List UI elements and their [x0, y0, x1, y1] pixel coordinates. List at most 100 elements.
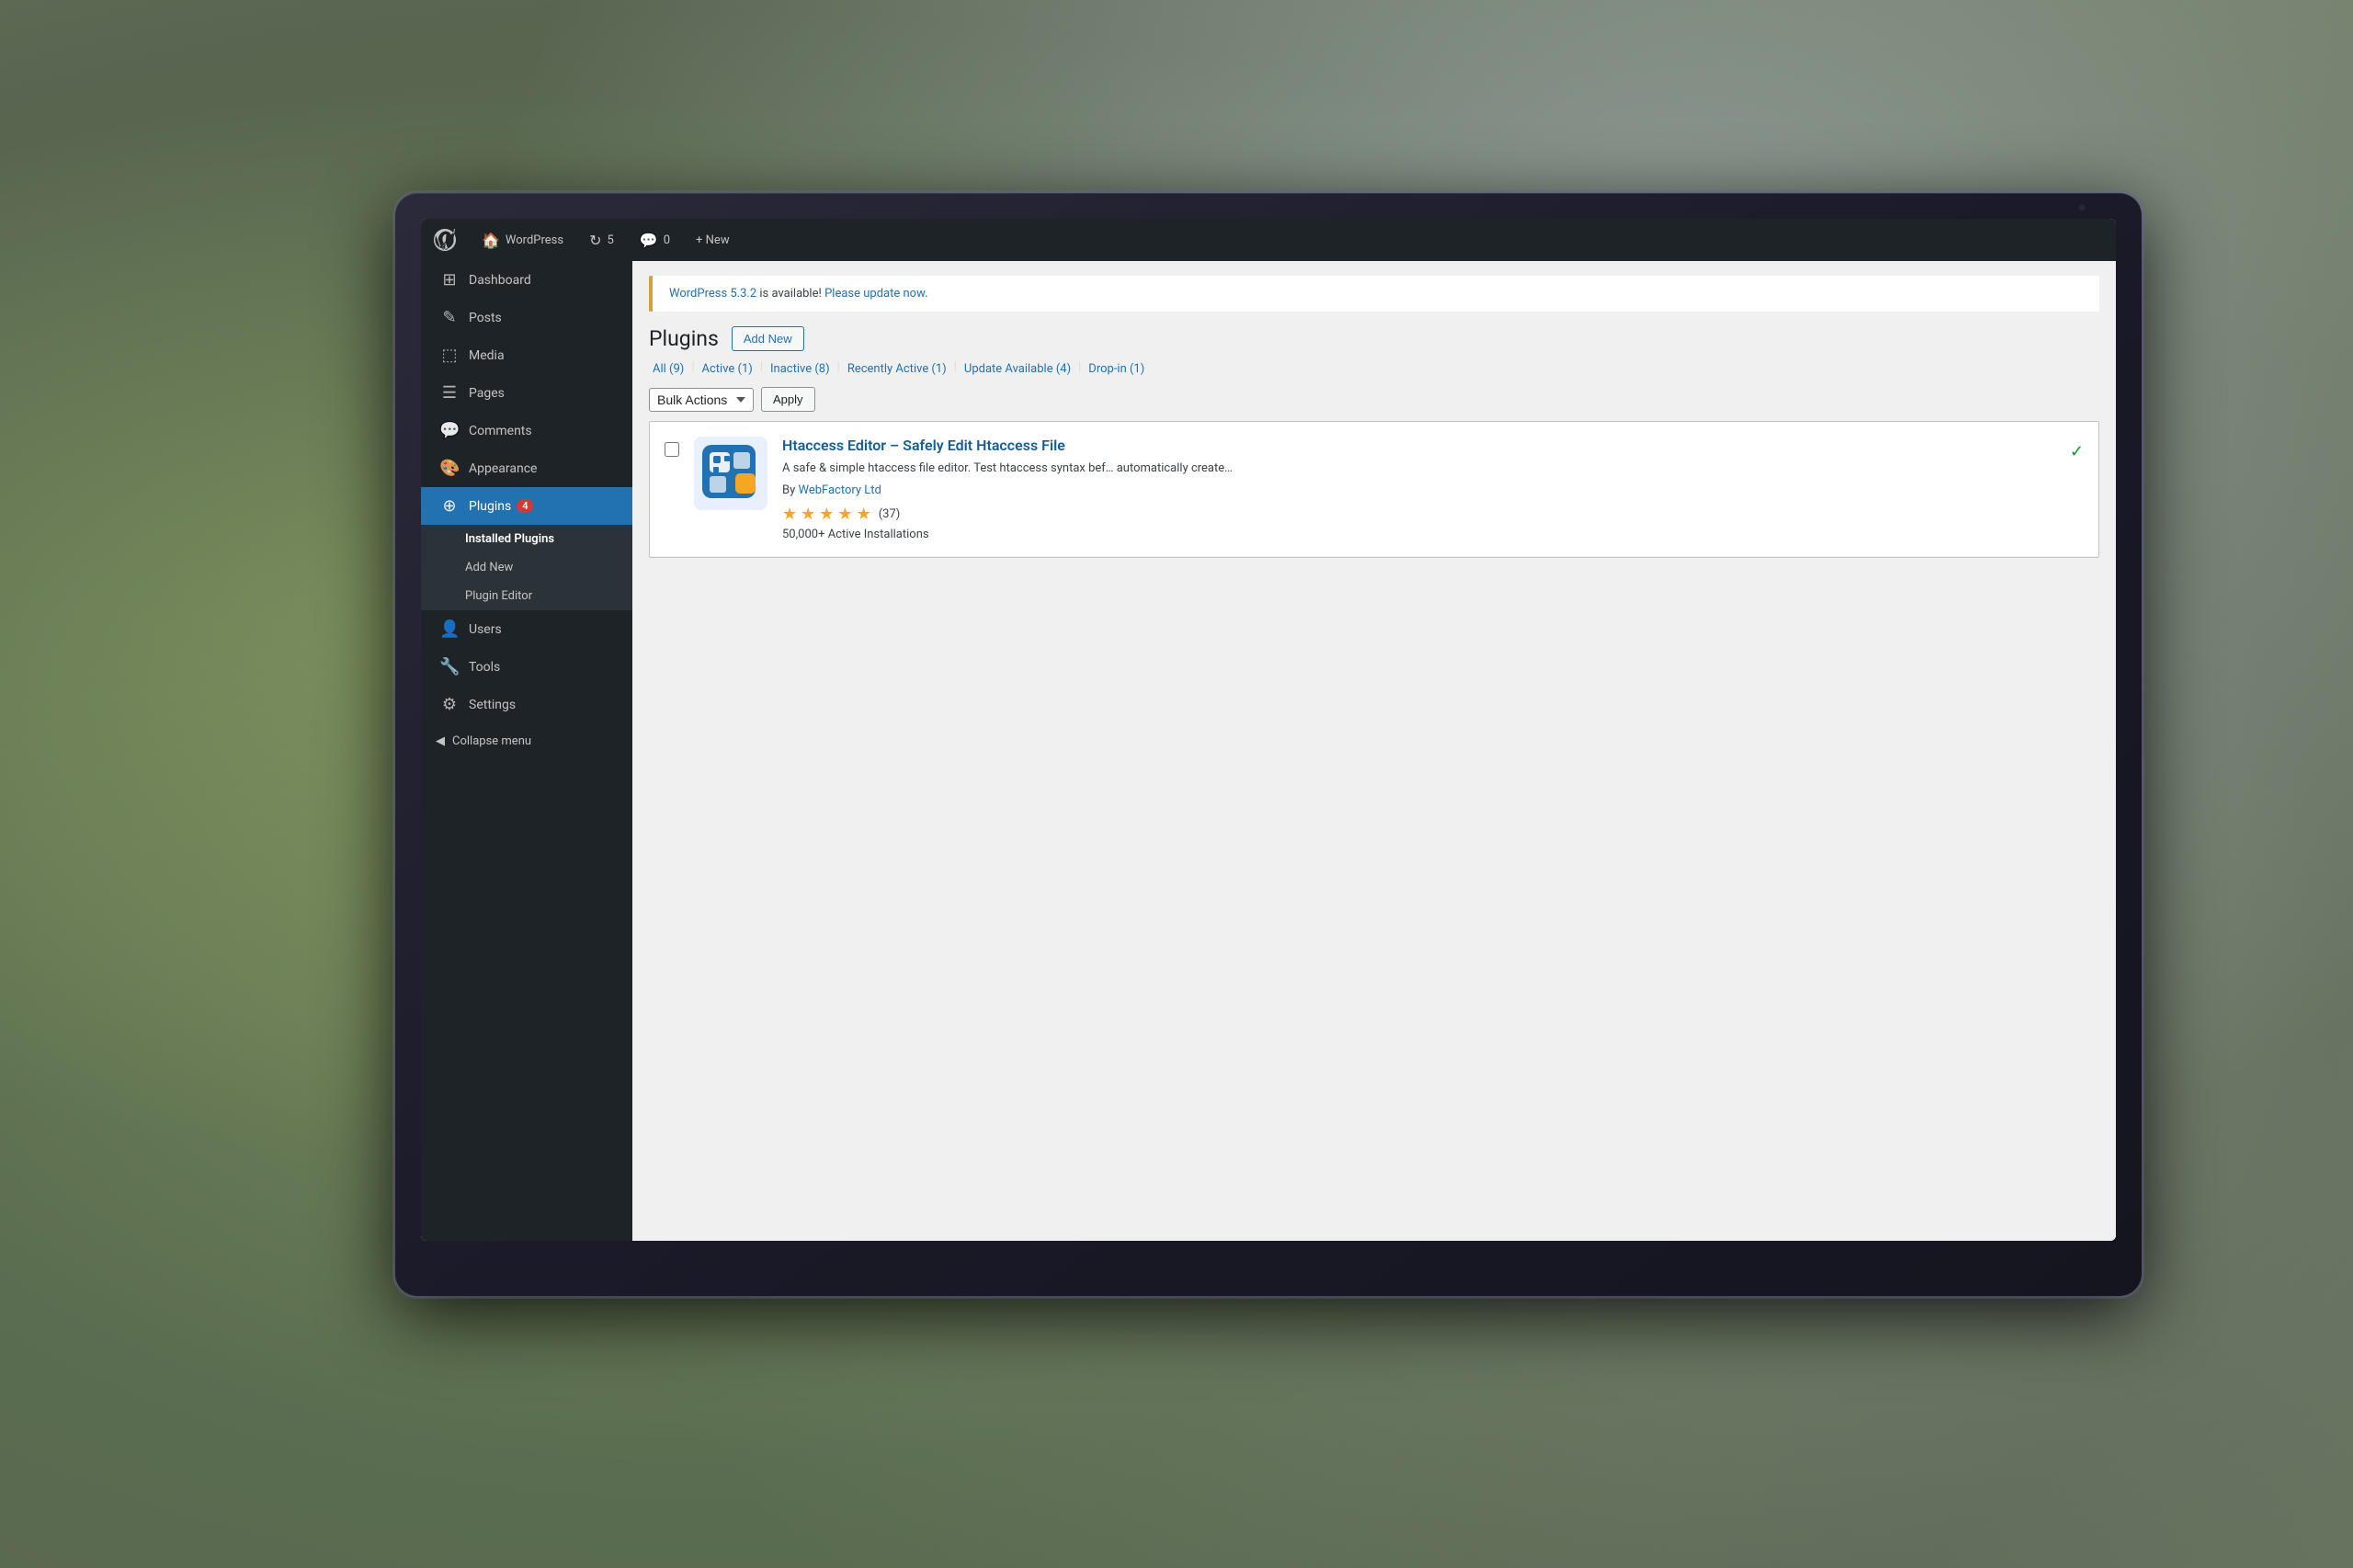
add-new-button[interactable]: Add New	[732, 326, 804, 351]
plugins-icon: ⊕	[439, 496, 460, 516]
apply-button[interactable]: Apply	[761, 387, 815, 412]
sidebar-item-users[interactable]: 👤 Users	[421, 610, 632, 648]
sidebar-label-dashboard: Dashboard	[469, 273, 531, 288]
pages-icon: ☰	[439, 383, 460, 403]
author-label: By	[782, 483, 798, 497]
plugins-submenu: Installed Plugins Add New Plugin Editor	[421, 525, 632, 610]
admin-bar-new[interactable]: + New	[683, 219, 743, 261]
sidebar-item-plugins[interactable]: ⊕ Plugins 4	[421, 487, 632, 525]
sidebar: ⊞ Dashboard ✎ Posts ⬚ Media ☰ Pages	[421, 261, 632, 1241]
star-5: ★	[857, 505, 871, 524]
wp-layout: ⊞ Dashboard ✎ Posts ⬚ Media ☰ Pages	[421, 261, 2116, 1241]
settings-icon: ⚙	[439, 695, 460, 714]
wp-logo-icon	[434, 229, 456, 251]
installed-plugins-label: Installed Plugins	[465, 532, 554, 546]
laptop-container: 🏠 WordPress ↻ 5 💬 0 + New	[395, 193, 2142, 1296]
filter-sep-2: |	[760, 360, 763, 378]
posts-icon: ✎	[439, 308, 460, 327]
filter-sep-3: |	[837, 360, 840, 378]
sidebar-item-posts[interactable]: ✎ Posts	[421, 299, 632, 336]
sidebar-label-pages: Pages	[469, 386, 505, 401]
plugin-info: Htaccess Editor – Safely Edit Htaccess F…	[782, 437, 2055, 541]
update-action-link[interactable]: Please update now	[824, 287, 925, 301]
admin-bar-home-label: WordPress	[506, 233, 563, 247]
admin-bar-comments-count: 0	[664, 233, 670, 247]
filter-tab-inactive[interactable]: Inactive (8)	[767, 360, 834, 378]
collapse-menu-label: Collapse menu	[452, 734, 531, 748]
table-row: Htaccess Editor – Safely Edit Htaccess F…	[650, 422, 2098, 557]
bulk-actions-select[interactable]: Bulk Actions Activate Deactivate Update …	[649, 388, 754, 412]
sidebar-label-media: Media	[469, 348, 505, 363]
filter-sep-1: |	[691, 360, 694, 378]
plugin-editor-label: Plugin Editor	[465, 589, 532, 603]
update-notice-text: is available!	[756, 287, 824, 301]
admin-bar-comments[interactable]: 💬 0	[627, 219, 683, 261]
submenu-installed-plugins[interactable]: Installed Plugins	[421, 525, 632, 553]
plugin-author: By WebFactory Ltd	[782, 483, 2055, 497]
add-new-submenu-label: Add New	[465, 561, 513, 574]
star-3: ★	[819, 505, 834, 524]
filter-tab-recently-active[interactable]: Recently Active (1)	[844, 360, 950, 378]
screen-inner: 🏠 WordPress ↻ 5 💬 0 + New	[421, 219, 2116, 1241]
author-link[interactable]: WebFactory Ltd	[798, 483, 881, 497]
filter-tabs: All (9) | Active (1) | Inactive (8) | Re…	[632, 351, 2116, 378]
tools-icon: 🔧	[439, 657, 460, 676]
admin-bar-new-label: + New	[696, 233, 730, 247]
filter-tab-all[interactable]: All (9)	[649, 360, 688, 378]
checkmark-icon: ✓	[2070, 442, 2084, 461]
plugins-badge: 4	[517, 499, 533, 513]
update-notice: WordPress 5.3.2 is available! Please upd…	[649, 276, 2099, 312]
collapse-menu[interactable]: ◀ Collapse menu	[421, 723, 632, 759]
filter-tab-active[interactable]: Active (1)	[699, 360, 756, 378]
install-count: 50,000+ Active Installations	[782, 528, 2055, 541]
filter-tab-drop-in[interactable]: Drop-in (1)	[1085, 360, 1148, 378]
users-icon: 👤	[439, 619, 460, 639]
sidebar-item-dashboard[interactable]: ⊞ Dashboard	[421, 261, 632, 299]
submenu-add-new[interactable]: Add New	[421, 553, 632, 582]
wp-logo-button[interactable]	[421, 219, 469, 261]
update-version-link[interactable]: WordPress 5.3.2	[669, 287, 756, 301]
media-icon: ⬚	[439, 346, 460, 365]
sidebar-item-settings[interactable]: ⚙ Settings	[421, 686, 632, 723]
filter-tab-update-available[interactable]: Update Available (4)	[961, 360, 1074, 378]
main-content: WordPress 5.3.2 is available! Please upd…	[632, 261, 2116, 1241]
stars-row: ★ ★ ★ ★ ★ (37)	[782, 505, 2055, 524]
camera	[2077, 203, 2086, 212]
review-count: (37)	[879, 507, 901, 521]
bulk-actions-bar: Bulk Actions Activate Deactivate Update …	[632, 378, 2116, 421]
admin-bar-home[interactable]: 🏠 WordPress	[469, 219, 576, 261]
dashboard-icon: ⊞	[439, 270, 460, 290]
submenu-plugin-editor[interactable]: Plugin Editor	[421, 582, 632, 610]
sidebar-label-posts: Posts	[469, 311, 502, 325]
page-title: Plugins	[649, 326, 719, 351]
star-4: ★	[837, 505, 852, 524]
sidebar-item-tools[interactable]: 🔧 Tools	[421, 648, 632, 686]
sidebar-label-settings: Settings	[469, 698, 516, 712]
admin-bar-updates-count: 5	[608, 233, 614, 247]
admin-bar-updates[interactable]: ↻ 5	[576, 219, 627, 261]
sidebar-item-appearance[interactable]: 🎨 Appearance	[421, 449, 632, 487]
plugin-icon	[694, 437, 767, 510]
sidebar-item-media[interactable]: ⬚ Media	[421, 336, 632, 374]
collapse-arrow-icon: ◀	[436, 734, 445, 748]
filter-sep-4: |	[954, 360, 957, 378]
filter-sep-5: |	[1078, 360, 1081, 378]
sidebar-label-appearance: Appearance	[469, 461, 537, 476]
plugin-name[interactable]: Htaccess Editor – Safely Edit Htaccess F…	[782, 437, 2055, 454]
home-icon: 🏠	[482, 232, 500, 249]
star-2: ★	[801, 505, 815, 524]
htaccess-icon-svg	[699, 441, 763, 506]
plugin-checkbox[interactable]	[665, 442, 679, 457]
update-dot: .	[925, 287, 927, 301]
star-1: ★	[782, 505, 797, 524]
updates-icon: ↻	[589, 232, 601, 249]
sidebar-item-pages[interactable]: ☰ Pages	[421, 374, 632, 412]
sidebar-label-comments: Comments	[469, 424, 532, 438]
plugin-table: Htaccess Editor – Safely Edit Htaccess F…	[649, 421, 2099, 558]
screen-bezel: 🏠 WordPress ↻ 5 💬 0 + New	[395, 193, 2142, 1296]
sidebar-item-comments[interactable]: 💬 Comments	[421, 412, 632, 449]
comments-icon: 💬	[640, 232, 658, 249]
admin-bar: 🏠 WordPress ↻ 5 💬 0 + New	[421, 219, 2116, 261]
appearance-icon: 🎨	[439, 459, 460, 478]
comments-sidebar-icon: 💬	[439, 421, 460, 440]
